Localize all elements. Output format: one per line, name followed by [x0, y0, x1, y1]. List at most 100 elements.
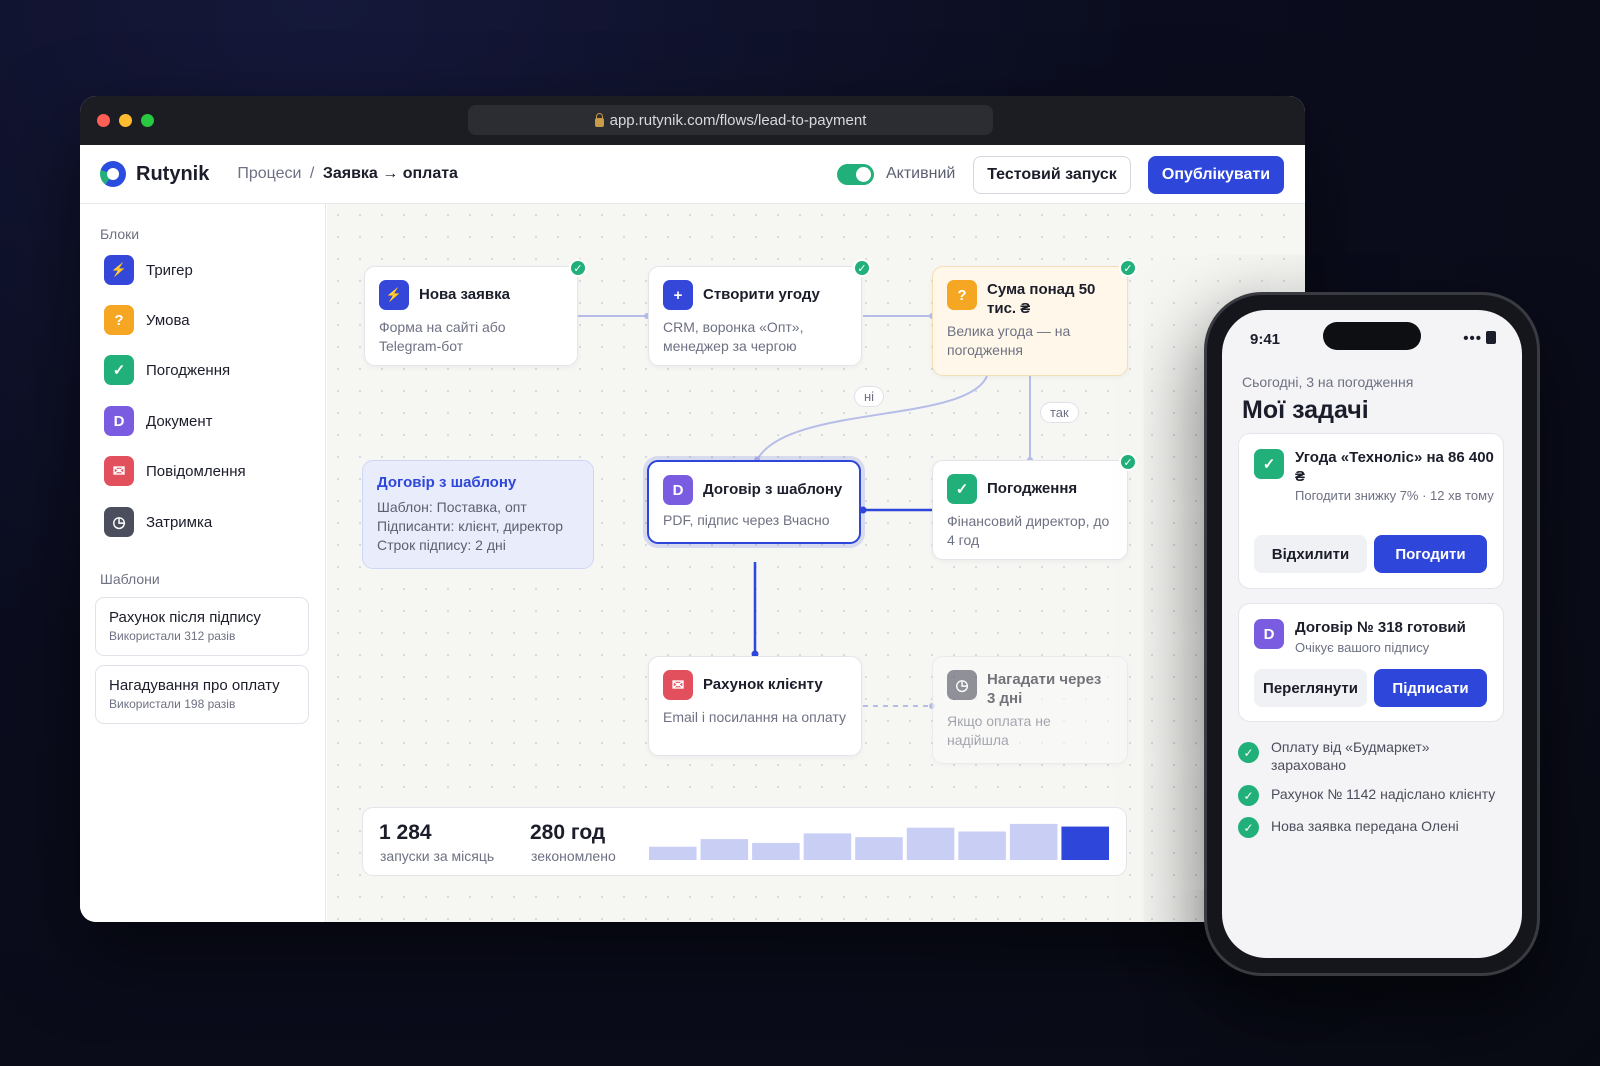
mini-chart-bar — [649, 846, 697, 860]
question-icon: ? — [104, 305, 134, 335]
minimize-window-button[interactable] — [119, 114, 132, 127]
battery-icon — [1486, 331, 1496, 344]
block-label: Погодження — [146, 361, 231, 379]
block-label: Документ — [146, 412, 213, 430]
phone-screen: 9:41 ••• Сьогодні, 3 на погодження Мої з… — [1222, 310, 1522, 958]
template-card[interactable]: Рахунок після підпису Використали 312 ра… — [95, 597, 309, 656]
template-name: Нагадування про оплату — [109, 677, 280, 694]
template-card[interactable]: Нагадування про оплату Використали 198 р… — [95, 665, 309, 724]
mini-chart-bar — [700, 839, 749, 860]
node-title: Сума понад 50 тис. ₴ — [987, 281, 1096, 317]
mail-icon: ✉ — [663, 670, 693, 700]
dynamic-island — [1323, 322, 1421, 350]
lightning-icon: ⚡ — [379, 280, 409, 310]
node-description: Форма на сайті або Telegram-бот — [379, 319, 506, 354]
detail-line: Підписанти: клієнт, директор — [377, 518, 564, 534]
block-label: Повідомлення — [146, 462, 246, 480]
address-bar[interactable]: app.rutynik.com/flows/lead-to-payment — [468, 105, 993, 135]
view-button[interactable]: Переглянути — [1254, 669, 1367, 707]
stats-panel: 1 284 запуски за місяць 280 год зекономл… — [362, 807, 1127, 876]
document-icon: D — [1254, 619, 1284, 649]
mini-chart-bar — [906, 827, 955, 860]
document-icon: D — [104, 406, 134, 436]
publish-button[interactable]: Опублікувати — [1148, 156, 1284, 194]
task-card[interactable]: D Договір № 318 готовий Очікує вашого пі… — [1238, 603, 1504, 722]
check-icon: ✓ — [1238, 742, 1259, 763]
flow-canvas[interactable]: ⚡ Нова заявка Форма на сайті або Telegra… — [327, 204, 1305, 922]
node-contract[interactable]: D Договір з шаблону PDF, підпис через Вч… — [647, 460, 861, 544]
block-item-document[interactable]: D Документ — [104, 406, 213, 436]
saved-value: 280 год — [530, 821, 606, 844]
maximize-window-button[interactable] — [141, 114, 154, 127]
sign-button[interactable]: Підписати — [1374, 669, 1487, 707]
reject-button[interactable]: Відхилити — [1254, 535, 1367, 573]
logo-icon — [100, 161, 126, 187]
node-new-lead[interactable]: ⚡ Нова заявка Форма на сайті або Telegra… — [364, 259, 587, 366]
timer-icon: ◷ — [104, 507, 134, 537]
close-window-button[interactable] — [97, 114, 110, 127]
breadcrumb-current: Заявка → оплата — [322, 165, 458, 182]
node-detail-card[interactable]: Договір з шаблону Шаблон: Поставка, опт … — [362, 460, 594, 569]
app-header: Rutynik Процеси / Заявка → оплата Активн… — [80, 145, 1305, 204]
tasks-title: Мої задачі — [1242, 396, 1369, 424]
runs-value: 1 284 — [379, 821, 432, 844]
template-usage: Використали 312 разів — [109, 629, 236, 643]
template-usage: Використали 198 разів — [109, 697, 236, 711]
block-label: Тригер — [146, 261, 193, 279]
document-icon: D — [663, 475, 693, 505]
test-run-button[interactable]: Тестовий запуск — [973, 156, 1131, 194]
breadcrumb-parent[interactable]: Процеси — [237, 165, 301, 182]
signal-icon: ••• — [1463, 330, 1482, 347]
status-icons: ••• — [1463, 330, 1496, 347]
block-item-condition[interactable]: ? Умова — [104, 305, 190, 335]
mini-chart-bar — [1009, 823, 1058, 860]
mini-chart-bar — [803, 833, 852, 860]
check-icon: ✓ — [1254, 449, 1284, 479]
node-description: Фінансовий директор, до 4 год — [947, 513, 1110, 548]
check-icon: ✓ — [1119, 259, 1137, 277]
check-icon: ✓ — [1238, 785, 1259, 806]
app-window: app.rutynik.com/flows/lead-to-payment Ru… — [80, 96, 1305, 922]
node-description: Якщо оплата не надійшла — [947, 713, 1051, 748]
detail-line: Шаблон: Поставка, опт — [377, 499, 527, 515]
block-item-approval[interactable]: ✓ Погодження — [104, 355, 230, 385]
mail-icon: ✉ — [104, 456, 134, 486]
block-item-trigger[interactable]: ⚡ Тригер — [104, 255, 193, 285]
node-title: Нова заявка — [419, 286, 510, 303]
check-icon: ✓ — [853, 259, 871, 277]
task-card[interactable]: ✓ Угода «Техноліс» на 86 400 ₴ Погодити … — [1238, 433, 1504, 589]
done-text: Нова заявка передана Олені — [1271, 818, 1459, 834]
runs-label: запуски за місяць — [380, 848, 495, 864]
node-description: Велика угода — на погодження — [947, 323, 1071, 358]
node-invoice[interactable]: ✉ Рахунок клієнту Email і посилання на о… — [648, 656, 862, 756]
lock-icon — [594, 112, 604, 127]
mini-chart-bar — [958, 831, 1006, 860]
active-toggle[interactable] — [837, 164, 874, 185]
blocks-title: Блоки — [100, 226, 140, 242]
check-icon: ✓ — [947, 474, 977, 504]
lightning-icon: ⚡ — [104, 255, 134, 285]
block-item-delay[interactable]: ◷ Затримка — [104, 507, 212, 537]
runs-mini-chart — [649, 823, 1109, 860]
node-description: PDF, підпис через Вчасно — [663, 512, 830, 528]
node-create-deal[interactable]: + Створити угоду CRM, воронка «Опт», мен… — [648, 259, 871, 366]
node-title: Рахунок клієнту — [703, 676, 823, 693]
done-item: ✓ Рахунок № 1142 надіслано клієнту — [1238, 785, 1504, 806]
logo-text: Rutynik — [136, 162, 210, 185]
node-amount-condition[interactable]: ? Сума понад 50 тис. ₴ Велика угода — на… — [932, 259, 1137, 376]
detail-title: Договір з шаблону — [377, 474, 517, 491]
block-item-message[interactable]: ✉ Повідомлення — [104, 456, 246, 486]
detail-line: Строк підпису: 2 дні — [377, 537, 506, 553]
task-title: Угода «Техноліс» на 86 400 ₴ — [1295, 449, 1494, 485]
edge-label-yes: так — [1040, 402, 1079, 423]
url-text: app.rutynik.com/flows/lead-to-payment — [609, 111, 867, 129]
node-title: Нагадати через 3 дні — [987, 671, 1102, 707]
done-item: ✓ Оплату від «Будмаркет» зараховано — [1238, 738, 1504, 774]
approve-button[interactable]: Погодити — [1374, 535, 1487, 573]
template-name: Рахунок після підпису — [109, 609, 261, 626]
node-approval[interactable]: ✓ Погодження Фінансовий директор, до 4 г… — [932, 453, 1137, 560]
task-subtitle: Очікує вашого підпису — [1295, 640, 1430, 655]
node-reminder[interactable]: ◷ Нагадати через 3 дні Якщо оплата не на… — [932, 656, 1128, 764]
breadcrumb: Процеси / Заявка → оплата — [237, 165, 458, 183]
node-title: Створити угоду — [703, 286, 820, 303]
